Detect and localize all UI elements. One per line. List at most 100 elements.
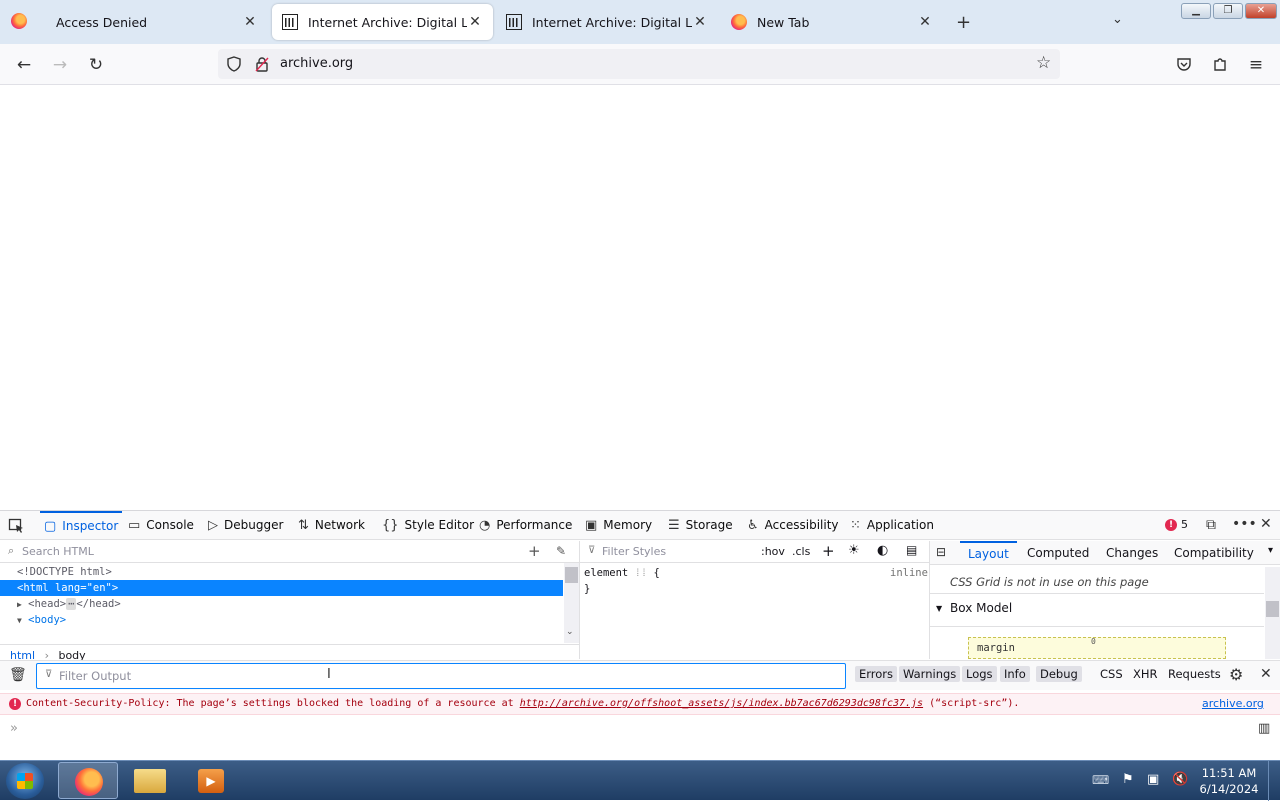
pocket-icon[interactable] <box>1176 56 1192 72</box>
list-all-tabs-chevron-icon[interactable]: ⌄ <box>1112 12 1123 27</box>
element-picker-icon[interactable] <box>8 518 24 534</box>
close-tab-icon[interactable]: ✕ <box>692 14 708 30</box>
tab-new-tab[interactable]: New Tab ✕ <box>721 4 943 40</box>
filter-info-button[interactable]: Info <box>1000 666 1030 682</box>
tree-node-head[interactable]: ▶ <head> ⋯ </head> <box>0 596 563 612</box>
close-window-icon[interactable]: ✕ <box>1245 3 1277 19</box>
scroll-down-icon[interactable]: ⌄ <box>566 627 574 637</box>
tab-compatibility[interactable]: Compatibility <box>1174 546 1254 560</box>
back-arrow-icon[interactable]: ← <box>14 55 34 75</box>
start-button[interactable] <box>6 763 44 799</box>
tab-inspector[interactable]: ▢ Inspector <box>40 511 123 540</box>
close-tab-icon[interactable]: ✕ <box>917 14 933 30</box>
tab-layout[interactable]: Layout <box>960 541 1017 565</box>
dark-mode-contrast-icon[interactable]: ◐ <box>877 543 888 558</box>
show-desktop-button[interactable] <box>1268 761 1280 801</box>
url-bar[interactable]: archive.org ☆ <box>218 49 1060 79</box>
filter-errors-button[interactable]: Errors <box>855 666 898 682</box>
filter-xhr-button[interactable]: XHR <box>1133 667 1158 681</box>
expand-triangle-icon[interactable]: ▶ <box>17 600 22 609</box>
tab-debugger[interactable]: ▷ Debugger <box>208 511 283 540</box>
tab-computed[interactable]: Computed <box>1027 546 1089 560</box>
console-settings-gear-icon[interactable]: ⚙ <box>1229 665 1243 684</box>
clock[interactable]: 11:51 AM 6/14/2024 <box>1196 765 1262 797</box>
close-tab-icon[interactable]: ✕ <box>467 14 483 30</box>
cls-toggle[interactable]: .cls <box>792 545 810 558</box>
tree-node-body[interactable]: ▼ <body> <box>0 612 563 628</box>
filter-output-input[interactable]: ⊽ Filter Output I <box>36 663 846 689</box>
tab-application[interactable]: ⁙ Application <box>850 511 934 540</box>
lock-icon[interactable] <box>254 56 270 72</box>
keyboard-icon[interactable]: ⌨ <box>1092 773 1109 787</box>
firefox-menu-icon[interactable] <box>11 13 37 29</box>
element-rule[interactable]: element ⁞⁞ { <box>584 567 660 580</box>
error-source-link[interactable]: archive.org <box>1202 694 1264 714</box>
dock-side-icon[interactable]: ⧉ <box>1206 517 1216 533</box>
margin-top-value[interactable]: 0 <box>1091 637 1096 646</box>
file-explorer-icon[interactable] <box>134 769 166 793</box>
trash-icon[interactable]: 🗑 <box>9 667 27 683</box>
search-html-input[interactable]: Search HTML <box>22 545 94 558</box>
filter-warnings-button[interactable]: Warnings <box>899 666 961 682</box>
scrollbar-thumb[interactable] <box>565 567 578 583</box>
tab-internet-archive[interactable]: Internet Archive: Digital Library ✕ <box>496 4 718 40</box>
layout-scrollbar[interactable] <box>1265 567 1280 659</box>
minimize-window-icon[interactable]: ▁ <box>1181 3 1211 19</box>
more-tabs-chevron-icon[interactable]: ▾ <box>1268 545 1273 556</box>
tab-network[interactable]: ⇅ Network <box>298 511 365 540</box>
network-icon[interactable]: ▣ <box>1147 772 1159 787</box>
filter-styles-input[interactable]: Filter Styles <box>602 545 666 558</box>
toggle-sidebar-icon[interactable]: ⊟ <box>936 545 946 559</box>
tab-accessibility[interactable]: ♿ Accessibility <box>747 511 839 540</box>
more-options-icon[interactable]: ••• <box>1232 516 1257 532</box>
media-player-icon[interactable]: ▶ <box>198 769 224 793</box>
windows-taskbar: ▶ ⌨ ⚑ ▣ 🔇 11:51 AM 6/14/2024 <box>0 760 1280 801</box>
shield-icon[interactable] <box>226 56 242 72</box>
close-split-console-icon[interactable]: ✕ <box>1260 666 1272 682</box>
console-input-row[interactable]: » ▥ <box>0 716 1280 746</box>
console-error-message[interactable]: ! Content-Security-Policy: The page’s se… <box>0 693 1280 715</box>
hamburger-menu-icon[interactable]: ≡ <box>1246 55 1266 75</box>
filter-logs-button[interactable]: Logs <box>962 666 997 682</box>
filter-requests-button[interactable]: Requests <box>1168 667 1221 681</box>
application-icon: ⁙ <box>850 518 861 533</box>
tab-performance[interactable]: ◔ Performance <box>479 511 572 540</box>
add-node-plus-icon[interactable]: + <box>528 542 541 560</box>
box-model-header[interactable]: ▼ Box Model <box>930 593 1264 627</box>
extensions-puzzle-icon[interactable] <box>1212 56 1228 72</box>
tab-access-denied[interactable]: Access Denied ✕ <box>46 4 268 40</box>
forward-arrow-icon[interactable]: → <box>50 55 70 75</box>
bookmark-star-icon[interactable]: ☆ <box>1036 53 1051 73</box>
tab-internet-archive-active[interactable]: Internet Archive: Digital Library ✕ <box>272 4 493 40</box>
tab-style-editor[interactable]: {} Style Editor <box>382 511 474 540</box>
taskbar-firefox-button[interactable] <box>58 762 118 799</box>
tab-console[interactable]: ▭ Console <box>128 511 194 540</box>
collapsed-ellipsis-icon[interactable]: ⋯ <box>66 598 77 610</box>
search-icon: ⌕ <box>8 544 15 557</box>
scrollbar-thumb[interactable] <box>1266 601 1279 617</box>
editor-mode-icon[interactable]: ▥ <box>1258 721 1270 736</box>
error-count-badge[interactable]: ! 5 <box>1165 518 1188 531</box>
tab-storage[interactable]: ☰ Storage <box>668 511 733 540</box>
volume-muted-icon[interactable]: 🔇 <box>1172 772 1188 787</box>
action-center-flag-icon[interactable]: ⚑ <box>1122 772 1134 787</box>
close-tab-icon[interactable]: ✕ <box>242 14 258 30</box>
add-rule-plus-icon[interactable]: + <box>822 542 835 560</box>
light-mode-sun-icon[interactable]: ☀ <box>848 543 860 558</box>
collapse-triangle-icon[interactable]: ▼ <box>17 616 22 625</box>
filter-css-button[interactable]: CSS <box>1100 667 1123 681</box>
tab-changes[interactable]: Changes <box>1106 546 1158 560</box>
hov-toggle[interactable]: :hov <box>761 545 785 558</box>
new-tab-plus-icon[interactable]: + <box>956 12 971 33</box>
tab-memory[interactable]: ▣ Memory <box>585 511 652 540</box>
tree-node-doctype[interactable]: <!DOCTYPE html> <box>0 564 563 580</box>
close-devtools-icon[interactable]: ✕ <box>1260 516 1272 532</box>
filter-debug-button[interactable]: Debug <box>1036 666 1082 682</box>
error-resource-link[interactable]: http://archive.org/offshoot_assets/js/in… <box>520 698 923 709</box>
restore-window-icon[interactable]: ❐ <box>1213 3 1243 19</box>
reload-icon[interactable]: ↻ <box>86 55 106 75</box>
eyedropper-icon[interactable]: ✎ <box>556 544 566 558</box>
markup-scrollbar[interactable]: ⌄ <box>564 563 579 643</box>
print-media-icon[interactable]: ▤ <box>906 543 917 557</box>
tree-node-html[interactable]: <html lang="en"> <box>0 580 563 596</box>
